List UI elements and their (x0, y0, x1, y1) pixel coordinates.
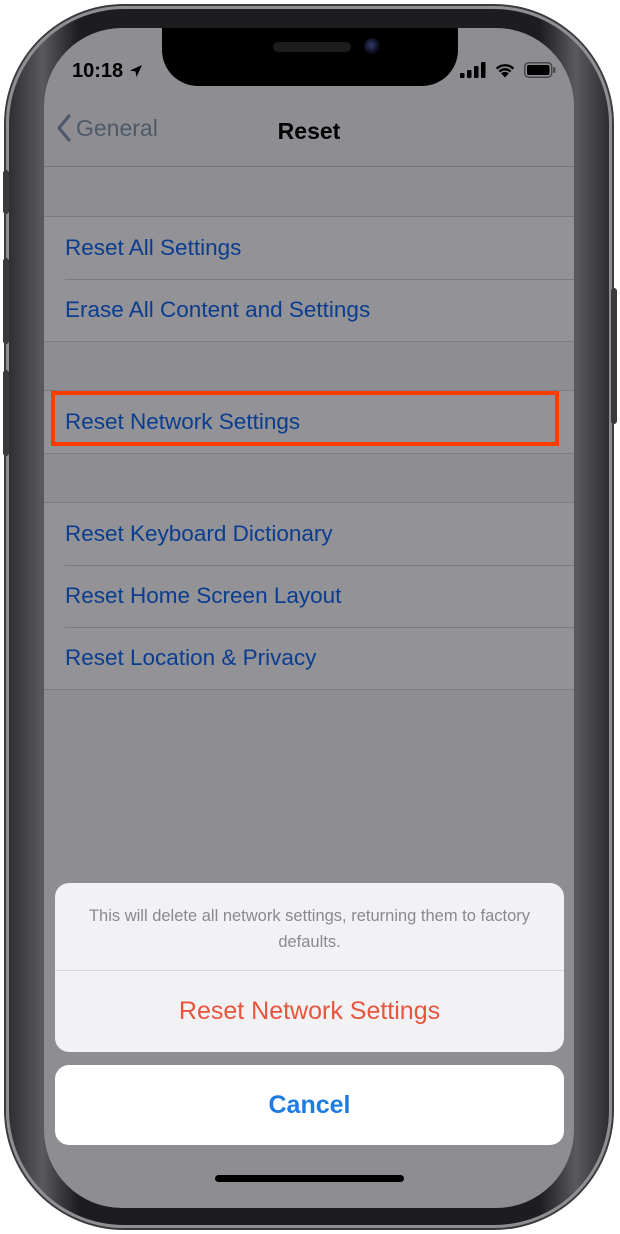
status-time-label: 10:18 (72, 60, 124, 82)
cellular-signal-icon (460, 62, 486, 78)
settings-group-3: Reset Keyboard Dictionary Reset Home Scr… (44, 502, 574, 690)
notch (162, 28, 458, 86)
erase-all-content-cell[interactable]: Erase All Content and Settings (44, 279, 574, 341)
front-camera (364, 38, 380, 54)
cancel-button[interactable]: Cancel (55, 1065, 564, 1145)
action-sheet: This will delete all network settings, r… (55, 883, 564, 1052)
status-icons (460, 62, 556, 78)
battery-icon (524, 62, 556, 78)
home-indicator[interactable] (215, 1175, 404, 1182)
highlight-box (51, 391, 559, 446)
action-sheet-message: This will delete all network settings, r… (55, 883, 564, 971)
volume-down-button (3, 370, 9, 456)
reset-home-screen-layout-cell[interactable]: Reset Home Screen Layout (44, 565, 574, 627)
location-arrow-icon (129, 65, 142, 77)
confirm-reset-network-button[interactable]: Reset Network Settings (55, 971, 564, 1052)
mute-switch (3, 170, 9, 214)
navigation-bar: General Reset (44, 100, 574, 167)
reset-all-settings-cell[interactable]: Reset All Settings (44, 217, 574, 279)
status-time: 10:18 (72, 60, 143, 83)
page-title: Reset (277, 118, 341, 144)
volume-up-button (3, 258, 9, 344)
side-button (611, 288, 617, 424)
earpiece-speaker (273, 42, 351, 52)
wifi-icon (495, 64, 515, 78)
reset-keyboard-dictionary-cell[interactable]: Reset Keyboard Dictionary (44, 503, 574, 565)
settings-group-1: Reset All Settings Erase All Content and… (44, 216, 574, 342)
reset-location-privacy-cell[interactable]: Reset Location & Privacy (44, 627, 574, 689)
